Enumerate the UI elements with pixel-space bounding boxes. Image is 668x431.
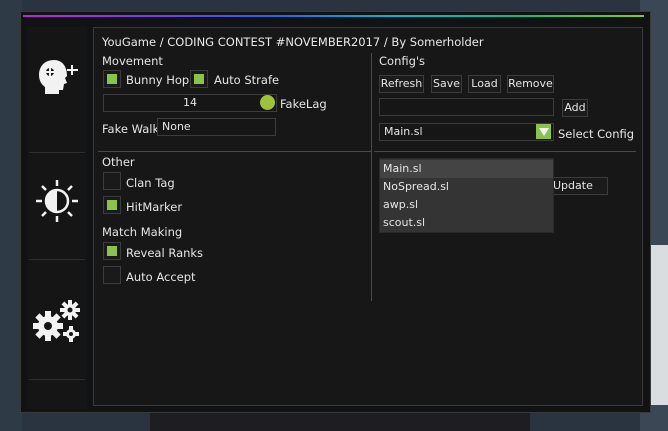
config-select[interactable]: Main.sl — [379, 123, 554, 141]
tab-separator — [29, 152, 85, 153]
brightness-icon — [36, 180, 78, 222]
refresh-button[interactable]: Refresh — [379, 75, 424, 93]
section-divider — [374, 151, 636, 152]
triangle-down-icon — [538, 127, 549, 136]
tab-visuals[interactable] — [27, 169, 87, 233]
reveal-ranks-checkbox[interactable] — [103, 242, 121, 260]
config-dropdown-list: Main.sl NoSpread.sl awp.sl scout.sl — [379, 158, 554, 233]
fakelag-slider[interactable]: 14 — [103, 94, 277, 112]
hitmarker-label: HitMarker — [126, 200, 183, 214]
bunny-hop-checkbox[interactable] — [103, 70, 121, 88]
reveal-ranks-label: Reveal Ranks — [126, 246, 204, 260]
clan-tag-checkbox[interactable] — [103, 172, 121, 190]
tab-aim[interactable] — [27, 45, 87, 109]
config-option-awp[interactable]: awp.sl — [380, 196, 553, 214]
head-aim-icon — [39, 60, 78, 94]
column-divider — [371, 53, 372, 301]
sidebar — [27, 27, 87, 409]
auto-strafe-checkbox[interactable] — [190, 70, 208, 88]
gears-icon — [33, 300, 80, 342]
load-button[interactable]: Load — [468, 75, 501, 93]
config-option-scout[interactable]: scout.sl — [380, 214, 553, 232]
section-divider — [98, 151, 372, 152]
tab-separator — [29, 259, 85, 260]
tab-separator — [29, 379, 85, 380]
bunny-hop-label: Bunny Hop — [126, 73, 190, 87]
save-button[interactable]: Save — [431, 75, 462, 93]
select-config-label: Select Config — [558, 127, 635, 141]
tab-misc[interactable] — [27, 289, 87, 353]
other-heading: Other — [102, 155, 135, 169]
configs-heading: Config's — [379, 54, 426, 68]
clan-tag-label: Clan Tag — [126, 176, 175, 190]
config-name-input[interactable] — [379, 98, 554, 116]
update-button[interactable]: Update — [552, 177, 608, 195]
auto-strafe-label: Auto Strafe — [214, 73, 280, 87]
hitmarker-checkbox[interactable] — [103, 196, 121, 214]
auto-accept-checkbox[interactable] — [103, 266, 121, 284]
movement-heading: Movement — [102, 54, 163, 68]
fakelag-label: FakeLag — [280, 97, 327, 111]
remove-button[interactable]: Remove — [507, 75, 554, 93]
cheat-menu-window: YouGame / CODING CONTEST #NOVEMBER2017 /… — [20, 11, 651, 413]
background-left — [0, 0, 22, 431]
fakelag-slider-handle[interactable] — [260, 95, 275, 110]
match-making-heading: Match Making — [102, 225, 183, 239]
add-config-button[interactable]: Add — [562, 99, 588, 117]
fake-walk-select[interactable]: None — [157, 118, 276, 136]
config-option-main[interactable]: Main.sl — [380, 160, 553, 178]
page-title: YouGame / CODING CONTEST #NOVEMBER2017 /… — [102, 35, 484, 49]
main-panel: YouGame / CODING CONTEST #NOVEMBER2017 /… — [93, 27, 643, 406]
auto-accept-label: Auto Accept — [126, 270, 196, 284]
fake-walk-label: Fake Walk — [102, 122, 160, 136]
config-option-nospread[interactable]: NoSpread.sl — [380, 178, 553, 196]
config-select-arrow[interactable] — [536, 124, 551, 139]
rainbow-bar — [23, 15, 644, 17]
